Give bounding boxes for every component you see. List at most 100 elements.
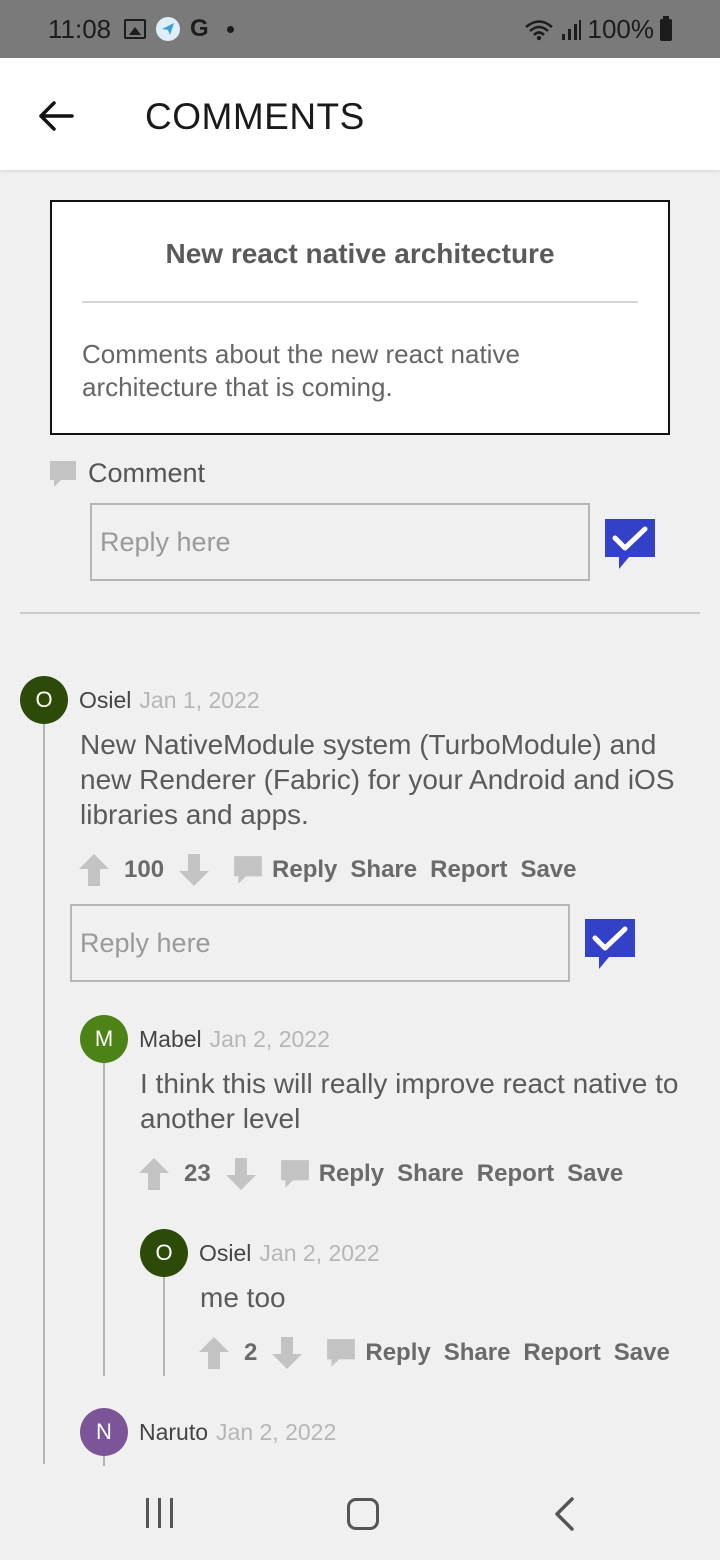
arrow-up-icon bbox=[79, 854, 109, 886]
avatar: M bbox=[80, 1015, 128, 1063]
section-divider bbox=[20, 612, 700, 614]
report-button[interactable]: Report bbox=[430, 856, 507, 884]
comment-reply-input[interactable] bbox=[70, 904, 570, 982]
post-body-line: architecture that is coming. bbox=[82, 372, 393, 402]
reply-button[interactable]: Reply bbox=[325, 1337, 443, 1369]
chevron-left-icon bbox=[555, 1497, 574, 1531]
battery-icon bbox=[660, 15, 672, 41]
upvote-button[interactable] bbox=[78, 853, 110, 887]
thread-line bbox=[103, 1456, 105, 1466]
comment-actions: 2 Reply Share Report Save bbox=[198, 1333, 683, 1373]
recent-apps-icon bbox=[170, 1498, 173, 1528]
comment-date: Jan 2, 2022 bbox=[216, 1419, 337, 1445]
share-button[interactable]: Share bbox=[397, 1160, 464, 1188]
comment-date: Jan 2, 2022 bbox=[209, 1026, 330, 1052]
avatar: N bbox=[80, 1408, 128, 1456]
report-button[interactable]: Report bbox=[523, 1339, 600, 1367]
system-back-button[interactable] bbox=[552, 1496, 576, 1537]
post-reply-input[interactable] bbox=[90, 503, 590, 581]
comment-icon bbox=[234, 856, 262, 884]
arrow-down-icon bbox=[179, 854, 210, 886]
vote-count: 23 bbox=[184, 1160, 211, 1187]
save-button[interactable]: Save bbox=[520, 856, 576, 884]
author-name: Osiel bbox=[199, 1240, 252, 1266]
comment-text-line: me too bbox=[200, 1282, 286, 1313]
system-nav-bar bbox=[0, 1466, 720, 1560]
reply-label: Reply bbox=[272, 856, 338, 883]
thread-line bbox=[163, 1277, 165, 1376]
post-body: Comments about the new react native arch… bbox=[82, 338, 638, 404]
comment-text-line: New NativeModule system (TurboModule) an… bbox=[80, 729, 657, 760]
share-button[interactable]: Share bbox=[444, 1339, 511, 1367]
post-card: New react native architecture Comments a… bbox=[50, 200, 670, 435]
author-name: Osiel bbox=[79, 687, 132, 713]
upvote-button[interactable] bbox=[198, 1336, 230, 1370]
comment-author: Naruto Jan 2, 2022 bbox=[139, 1419, 336, 1446]
save-button[interactable]: Save bbox=[567, 1160, 623, 1188]
comment-submit-button[interactable] bbox=[583, 917, 637, 971]
reply-button[interactable]: Reply bbox=[232, 854, 350, 886]
comment-icon bbox=[280, 1160, 309, 1188]
comment-actions: 100 Reply Share Report Save bbox=[78, 850, 590, 890]
comment-text-line: another level bbox=[140, 1103, 301, 1134]
comment-date: Jan 1, 2022 bbox=[139, 687, 260, 713]
comment-text: me too bbox=[200, 1280, 700, 1315]
comment-text-line: I think this will really improve react n… bbox=[140, 1068, 679, 1099]
arrow-up-icon bbox=[139, 1158, 169, 1190]
post-submit-button[interactable] bbox=[603, 517, 657, 571]
google-icon: G bbox=[190, 15, 209, 42]
comment-text-line: libraries and apps. bbox=[80, 799, 309, 830]
chat-check-icon bbox=[605, 519, 655, 569]
comment-text: I think this will really improve react n… bbox=[140, 1066, 700, 1136]
downvote-button[interactable] bbox=[225, 1157, 257, 1191]
recent-apps-icon bbox=[146, 1498, 149, 1528]
thread-line bbox=[103, 1063, 105, 1376]
report-button[interactable]: Report bbox=[477, 1160, 554, 1188]
app-bar: COMMENTS bbox=[0, 58, 720, 170]
chat-check-icon bbox=[585, 919, 635, 969]
avatar: O bbox=[140, 1229, 188, 1277]
vote-count: 100 bbox=[124, 856, 165, 883]
post-divider bbox=[82, 301, 638, 303]
comment-author: Osiel Jan 2, 2022 bbox=[199, 1240, 380, 1267]
thread-line bbox=[43, 724, 45, 1464]
arrow-down-icon bbox=[272, 1337, 303, 1369]
comment-author: Osiel Jan 1, 2022 bbox=[79, 687, 260, 714]
comment-label: Comment bbox=[88, 458, 206, 488]
recent-apps-button[interactable] bbox=[146, 1498, 173, 1528]
arrow-up-icon bbox=[199, 1337, 229, 1369]
gallery-icon bbox=[124, 19, 146, 39]
arrow-down-icon bbox=[225, 1158, 256, 1190]
author-name: Naruto bbox=[139, 1419, 209, 1445]
reply-button[interactable]: Reply bbox=[279, 1158, 397, 1190]
telegram-icon bbox=[156, 17, 180, 41]
comment-text: New NativeModule system (TurboModule) an… bbox=[80, 727, 700, 832]
comment-text-line: new Renderer (Fabric) for your Android a… bbox=[80, 764, 675, 795]
arrow-left-icon bbox=[39, 101, 74, 131]
signal-icon bbox=[561, 19, 581, 40]
save-button[interactable]: Save bbox=[614, 1339, 670, 1367]
more-notifications-dot bbox=[226, 25, 234, 33]
reply-label: Reply bbox=[365, 1339, 431, 1366]
wifi-icon bbox=[524, 19, 553, 40]
avatar: O bbox=[20, 676, 68, 724]
status-right: 100% bbox=[524, 14, 672, 45]
comment-label-row: Comment bbox=[48, 458, 205, 489]
downvote-button[interactable] bbox=[271, 1336, 303, 1370]
share-button[interactable]: Share bbox=[350, 856, 417, 884]
downvote-button[interactable] bbox=[178, 853, 210, 887]
post-body-line: Comments about the new react native bbox=[82, 339, 520, 369]
post-title: New react native architecture bbox=[165, 238, 555, 269]
comment-author: Mabel Jan 2, 2022 bbox=[139, 1026, 330, 1053]
vote-count: 2 bbox=[244, 1339, 258, 1366]
back-button[interactable] bbox=[28, 88, 84, 144]
status-time: 11:08 bbox=[48, 14, 112, 44]
status-bar: 11:08 G 100% bbox=[0, 0, 720, 58]
home-button[interactable] bbox=[347, 1498, 379, 1530]
notification-icons: G bbox=[124, 17, 234, 41]
comment-date: Jan 2, 2022 bbox=[259, 1240, 380, 1266]
comment-icon bbox=[327, 1339, 356, 1367]
upvote-button[interactable] bbox=[138, 1157, 170, 1191]
author-name: Mabel bbox=[139, 1026, 202, 1052]
comment-actions: 23 Reply Share Report Save bbox=[138, 1154, 636, 1194]
